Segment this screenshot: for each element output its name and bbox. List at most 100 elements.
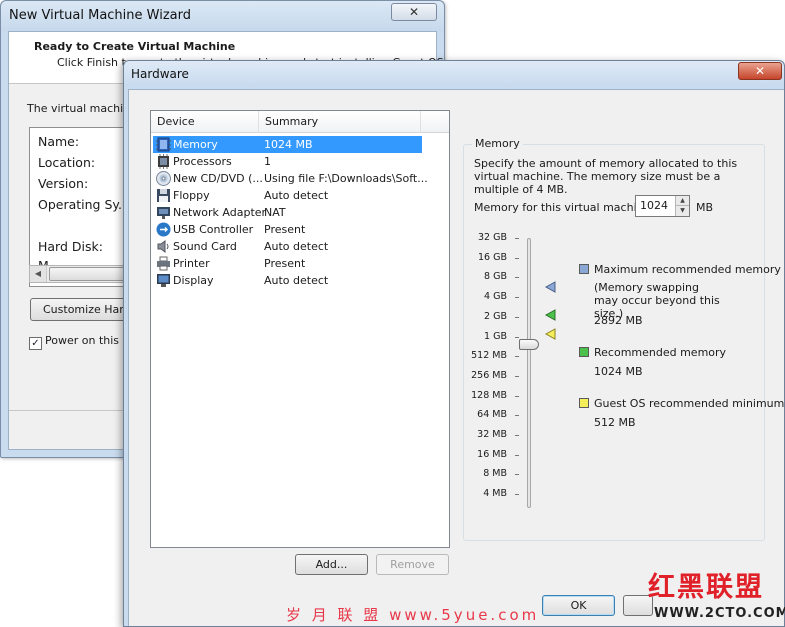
device-row-network-adapter[interactable]: Network Adapter NAT (153, 204, 422, 221)
memory-slider-thumb[interactable] (519, 339, 539, 350)
usb-icon (156, 222, 171, 237)
hardware-dialog: Hardware ✕ Device Summary Memory 1024 MB (123, 60, 785, 627)
device-name: Memory (173, 138, 218, 151)
spin-up-arrow-icon[interactable]: ▲ (675, 196, 689, 206)
summary-label-os: Operating Sy... (38, 197, 130, 212)
floppy-icon (157, 189, 170, 202)
scale-tick-label: 2 GB (484, 310, 507, 322)
ok-button[interactable]: OK (542, 595, 615, 616)
wizard-body-text: The virtual machine (27, 102, 137, 115)
wizard-heading: Ready to Create Virtual Machine (34, 40, 236, 53)
power-on-label: Power on this vi (45, 334, 133, 347)
scale-tick-label: 32 GB (478, 232, 507, 243)
scale-tick-label: 256 MB (471, 369, 507, 381)
recommended-marker-icon (544, 309, 556, 321)
column-summary[interactable]: Summary (259, 111, 421, 133)
scale-tick-mark (515, 494, 519, 496)
device-row-processors[interactable]: Processors 1 (153, 153, 422, 170)
guest-minimum-value: 512 MB (594, 416, 636, 429)
scale-tick-mark (515, 238, 519, 239)
summary-label-version: Version: (38, 176, 89, 191)
device-name: New CD/DVD (... (173, 172, 263, 185)
device-row-floppy[interactable]: Floppy Auto detect (153, 187, 422, 204)
remove-button[interactable]: Remove (376, 554, 449, 575)
device-name: Sound Card (173, 240, 237, 253)
scale-tick-mark (515, 257, 519, 259)
scale-tick-label: 8 GB (484, 271, 507, 283)
scale-tick-mark (515, 415, 519, 417)
memory-description: Specify the amount of memory allocated t… (474, 157, 738, 196)
max-recommended-label: Maximum recommended memory (594, 263, 781, 276)
watermark-5yue: 岁 月 联 盟 www.5yue.com (286, 606, 540, 624)
cd-dvd-icon (156, 171, 171, 186)
scale-tick-mark (515, 297, 519, 299)
power-on-checkbox-row[interactable]: ✓ Power on this vi (29, 334, 132, 350)
summary-label-name: Name: (38, 134, 80, 149)
speaker-icon (157, 240, 169, 253)
scale-tick-label: 1 GB (484, 330, 507, 342)
recommended-value: 1024 MB (594, 365, 643, 378)
device-row-sound-card[interactable]: Sound Card Auto detect (153, 238, 422, 255)
scale-tick-mark (515, 454, 519, 456)
watermark-url: WWW.2CTO.COM (654, 606, 785, 621)
memory-slider-track[interactable] (527, 238, 531, 508)
recommended-label: Recommended memory (594, 346, 727, 359)
device-summary: Using file F:\Downloads\Soft... (264, 172, 428, 185)
device-summary: NAT (264, 206, 286, 219)
printer-icon (157, 256, 170, 271)
summary-label-hard-disk: Hard Disk: (38, 239, 103, 254)
spin-down-arrow-icon[interactable]: ▼ (675, 206, 689, 216)
scale-tick-label: 16 GB (478, 251, 507, 263)
network-adapter-icon (157, 207, 170, 219)
wizard-titlebar[interactable]: New Virtual Machine Wizard ✕ (1, 1, 444, 31)
device-summary: 1024 MB (264, 138, 313, 151)
guest-minimum-marker-icon (544, 328, 556, 340)
device-name: Display (173, 274, 214, 287)
device-list[interactable]: Device Summary Memory 1024 MB Processors… (150, 110, 450, 548)
device-row-printer[interactable]: Printer Present (153, 255, 422, 272)
device-row-memory[interactable]: Memory 1024 MB (153, 136, 422, 153)
scroll-left-arrow-icon[interactable]: ◀ (30, 266, 47, 282)
device-row-usb-controller[interactable]: USB Controller Present (153, 221, 422, 238)
device-summary: Present (264, 257, 306, 270)
scale-tick-mark (515, 395, 519, 397)
hardware-title: Hardware (131, 67, 189, 81)
scale-tick-label: 64 MB (477, 409, 507, 421)
scale-tick-label: 512 MB (471, 350, 507, 362)
scale-tick-label: 8 MB (483, 468, 507, 480)
scale-tick-mark (515, 336, 519, 338)
wizard-close-button[interactable]: ✕ (391, 3, 437, 21)
device-summary: Auto detect (264, 274, 329, 287)
guest-minimum-label: Guest OS recommended minimum (594, 397, 785, 410)
device-name: Network Adapter (173, 206, 267, 219)
scale-tick-mark (515, 474, 519, 476)
device-row-display[interactable]: Display Auto detect (153, 272, 422, 289)
scale-tick-label: 128 MB (471, 389, 507, 401)
memory-size-value[interactable]: 1024 (640, 199, 668, 212)
max-recommended-marker-icon (544, 281, 556, 293)
add-button[interactable]: Add... (295, 554, 368, 575)
recommended-swatch (579, 347, 589, 357)
processor-icon (158, 154, 169, 169)
device-name: Processors (173, 155, 232, 168)
scale-tick-label: 16 MB (477, 448, 507, 460)
scale-tick-mark (515, 277, 519, 279)
power-on-checkbox[interactable]: ✓ (29, 337, 42, 350)
hardware-close-button[interactable]: ✕ (738, 62, 782, 80)
memory-icon (156, 137, 171, 152)
scale-tick-label: 4 GB (484, 291, 507, 303)
guest-minimum-swatch (579, 398, 589, 408)
scale-tick-label: 4 MB (483, 488, 507, 500)
device-row-cd-dvd[interactable]: New CD/DVD (... Using file F:\Downloads\… (153, 170, 428, 187)
device-summary: Present (264, 223, 306, 236)
device-summary: Auto detect (264, 240, 329, 253)
hardware-client: Device Summary Memory 1024 MB Processors… (128, 89, 784, 626)
max-recommended-swatch (579, 264, 589, 274)
memory-size-spinner[interactable]: 1024 ▲ ▼ (635, 195, 690, 217)
device-name: Floppy (173, 189, 210, 202)
device-summary: 1 (264, 155, 271, 168)
device-name: Printer (173, 257, 210, 270)
column-device[interactable]: Device (151, 111, 259, 133)
hardware-titlebar[interactable]: Hardware ✕ (124, 61, 784, 87)
memory-unit-label: MB (696, 201, 714, 214)
